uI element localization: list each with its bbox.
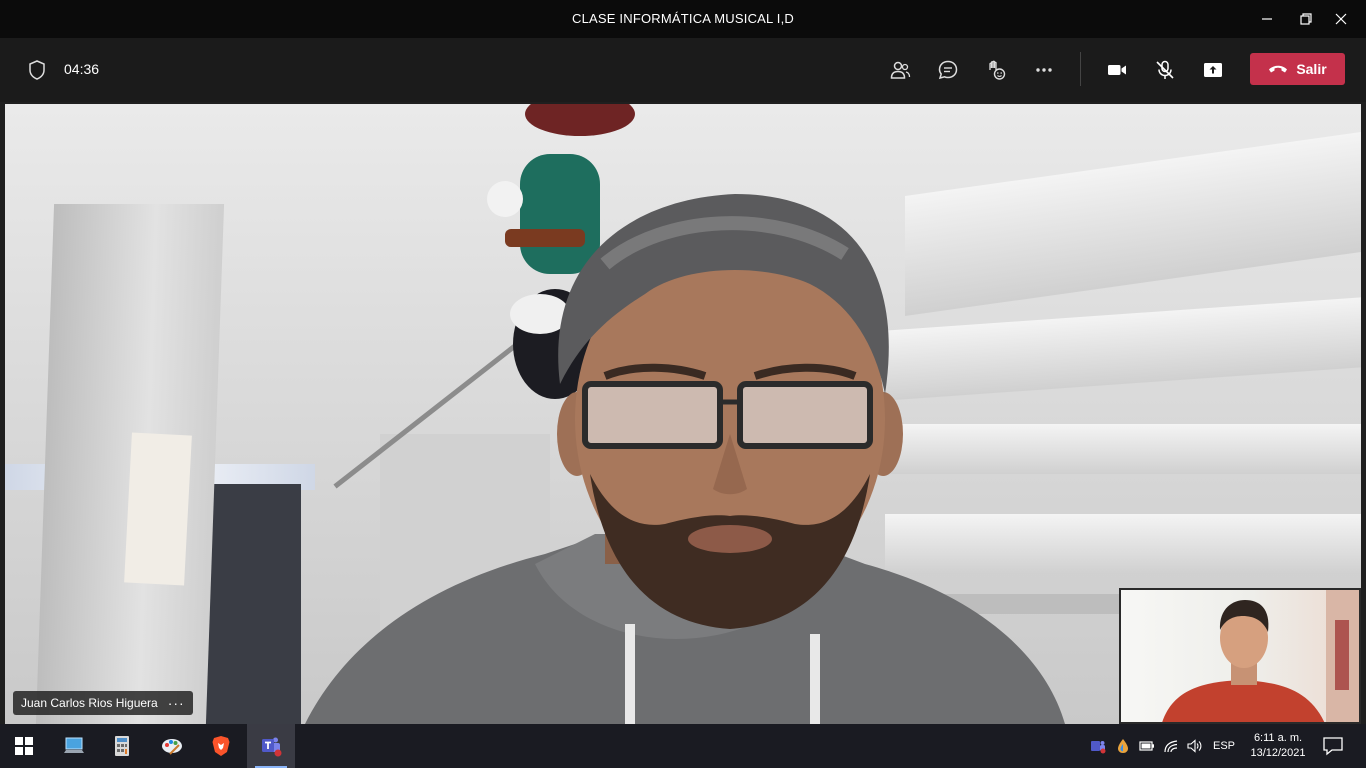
leave-button[interactable]: Salir [1250, 53, 1345, 85]
close-icon [1335, 13, 1347, 25]
chat-icon [938, 60, 958, 80]
participant-name-tag: Juan Carlos Rios Higuera ··· [13, 691, 193, 715]
reactions-button[interactable] [980, 54, 1012, 86]
window-title: CLASE INFORMÁTICA MUSICAL I,D [571, 11, 795, 26]
clock-time: 6:11 a. m. [1253, 732, 1303, 744]
taskbar-brave[interactable] [197, 724, 245, 768]
shield-icon [29, 60, 45, 80]
camera-icon [1108, 65, 1126, 75]
clock-date: 13/12/2021 [1250, 747, 1306, 759]
toolbar-separator [1080, 52, 1081, 86]
leave-label: Salir [1296, 61, 1327, 77]
video-participant [305, 194, 1065, 724]
meeting-toolbar: 04:36 Salir [0, 38, 1366, 102]
start-button[interactable] [0, 724, 48, 768]
teams-icon [262, 737, 282, 757]
video-paper [124, 432, 192, 586]
share-screen-button[interactable] [1197, 54, 1229, 86]
participant-name: Juan Carlos Rios Higuera [21, 696, 158, 710]
self-view-video[interactable] [1119, 588, 1361, 724]
video-dark-door [201, 484, 301, 724]
paint-icon [162, 739, 182, 755]
restore-icon [1300, 13, 1312, 25]
dropbox-tray[interactable] [1115, 738, 1131, 754]
reactions-icon [989, 60, 1006, 80]
microphone-button[interactable] [1149, 54, 1181, 86]
self-view-participant [1162, 590, 1359, 722]
more-options-icon [1036, 68, 1052, 72]
participants-icon [890, 61, 911, 79]
camera-button[interactable] [1101, 54, 1133, 86]
title-bar: CLASE INFORMÁTICA MUSICAL I,D [0, 0, 1366, 38]
battery-tray[interactable] [1139, 738, 1155, 754]
wifi-tray[interactable] [1163, 738, 1179, 754]
notification-center-icon[interactable] [1322, 736, 1344, 756]
windows-start-icon [15, 737, 33, 755]
teams-tray[interactable] [1090, 738, 1106, 754]
taskbar-calculator[interactable] [98, 724, 146, 768]
more-options-button[interactable] [1028, 54, 1060, 86]
wifi-icon [1164, 740, 1178, 753]
taskbar-paint[interactable] [148, 724, 196, 768]
taskbar-this-pc[interactable] [50, 724, 98, 768]
meeting-timer: 04:36 [64, 61, 100, 77]
calculator-icon [115, 736, 129, 756]
close-button[interactable] [1318, 0, 1364, 38]
mic-muted-icon [1156, 60, 1174, 79]
participant-more-button[interactable]: ··· [168, 695, 185, 711]
this-pc-icon [64, 737, 84, 753]
participants-button[interactable] [884, 54, 916, 86]
taskbar-clock[interactable]: 6:11 a. m. 13/12/2021 [1246, 731, 1310, 761]
teams-tray-icon [1091, 741, 1106, 754]
dropbox-tray-icon [1118, 739, 1128, 753]
brave-icon [212, 736, 230, 756]
volume-icon [1187, 739, 1202, 753]
chat-button[interactable] [932, 54, 964, 86]
language-indicator[interactable]: ESP [1213, 740, 1235, 752]
volume-tray[interactable] [1187, 738, 1203, 754]
taskbar-teams[interactable] [247, 724, 295, 768]
minimize-icon [1262, 18, 1272, 20]
share-screen-icon [1204, 63, 1222, 77]
taskbar: ESP 6:11 a. m. 13/12/2021 [0, 724, 1366, 768]
battery-icon [1139, 741, 1154, 751]
hang-up-icon [1269, 65, 1288, 73]
